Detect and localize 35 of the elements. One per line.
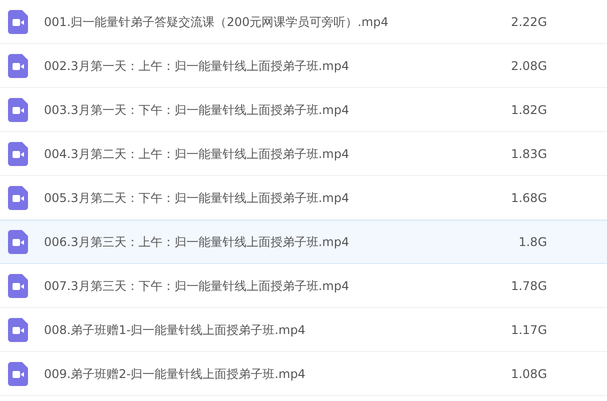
file-row[interactable]: 008.弟子班赠1-归一能量针线上面授弟子班.mp4 1.17G <box>0 308 607 352</box>
file-name: 001.归一能量针弟子答疑交流课（200元网课学员可旁听）.mp4 <box>44 14 390 30</box>
file-name: 005.3月第二天：下午：归一能量针线上面授弟子班.mp4 <box>44 190 350 206</box>
file-size: 1.68G <box>510 191 547 205</box>
video-file-icon <box>8 362 28 386</box>
file-size: 1.83G <box>510 147 547 161</box>
video-file-icon <box>8 54 28 78</box>
video-file-icon <box>8 318 28 342</box>
video-file-icon <box>8 230 28 254</box>
file-row[interactable]: 002.3月第一天：上午：归一能量针线上面授弟子班.mp4 2.08G <box>0 44 607 88</box>
video-file-icon <box>8 274 28 298</box>
file-name: 003.3月第一天：下午：归一能量针线上面授弟子班.mp4 <box>44 102 350 118</box>
video-file-icon <box>8 98 28 122</box>
file-name: 008.弟子班赠1-归一能量针线上面授弟子班.mp4 <box>44 322 306 338</box>
file-size: 1.8G <box>518 235 547 249</box>
video-file-icon <box>8 142 28 166</box>
file-name: 002.3月第一天：上午：归一能量针线上面授弟子班.mp4 <box>44 58 350 74</box>
file-row[interactable]: 007.3月第三天：下午：归一能量针线上面授弟子班.mp4 1.78G <box>0 264 607 308</box>
file-row[interactable]: 001.归一能量针弟子答疑交流课（200元网课学员可旁听）.mp4 2.22G <box>0 0 607 44</box>
file-row[interactable]: 004.3月第二天：上午：归一能量针线上面授弟子班.mp4 1.83G <box>0 132 607 176</box>
file-name: 009.弟子班赠2-归一能量针线上面授弟子班.mp4 <box>44 366 306 382</box>
file-size: 2.08G <box>510 59 547 73</box>
file-size: 1.82G <box>510 103 547 117</box>
file-name: 004.3月第二天：上午：归一能量针线上面授弟子班.mp4 <box>44 146 350 162</box>
file-size: 2.22G <box>510 15 547 29</box>
video-file-icon <box>8 186 28 210</box>
file-row[interactable]: 009.弟子班赠2-归一能量针线上面授弟子班.mp4 1.08G <box>0 352 607 396</box>
file-row[interactable]: 003.3月第一天：下午：归一能量针线上面授弟子班.mp4 1.82G <box>0 88 607 132</box>
file-name: 007.3月第三天：下午：归一能量针线上面授弟子班.mp4 <box>44 278 350 294</box>
file-name: 006.3月第三天：上午：归一能量针线上面授弟子班.mp4 <box>44 234 350 250</box>
file-size: 1.17G <box>510 323 547 337</box>
file-size: 1.78G <box>510 279 547 293</box>
file-row[interactable]: 006.3月第三天：上午：归一能量针线上面授弟子班.mp4 1.8G <box>0 220 607 264</box>
video-file-icon <box>8 10 28 34</box>
file-size: 1.08G <box>510 367 547 381</box>
